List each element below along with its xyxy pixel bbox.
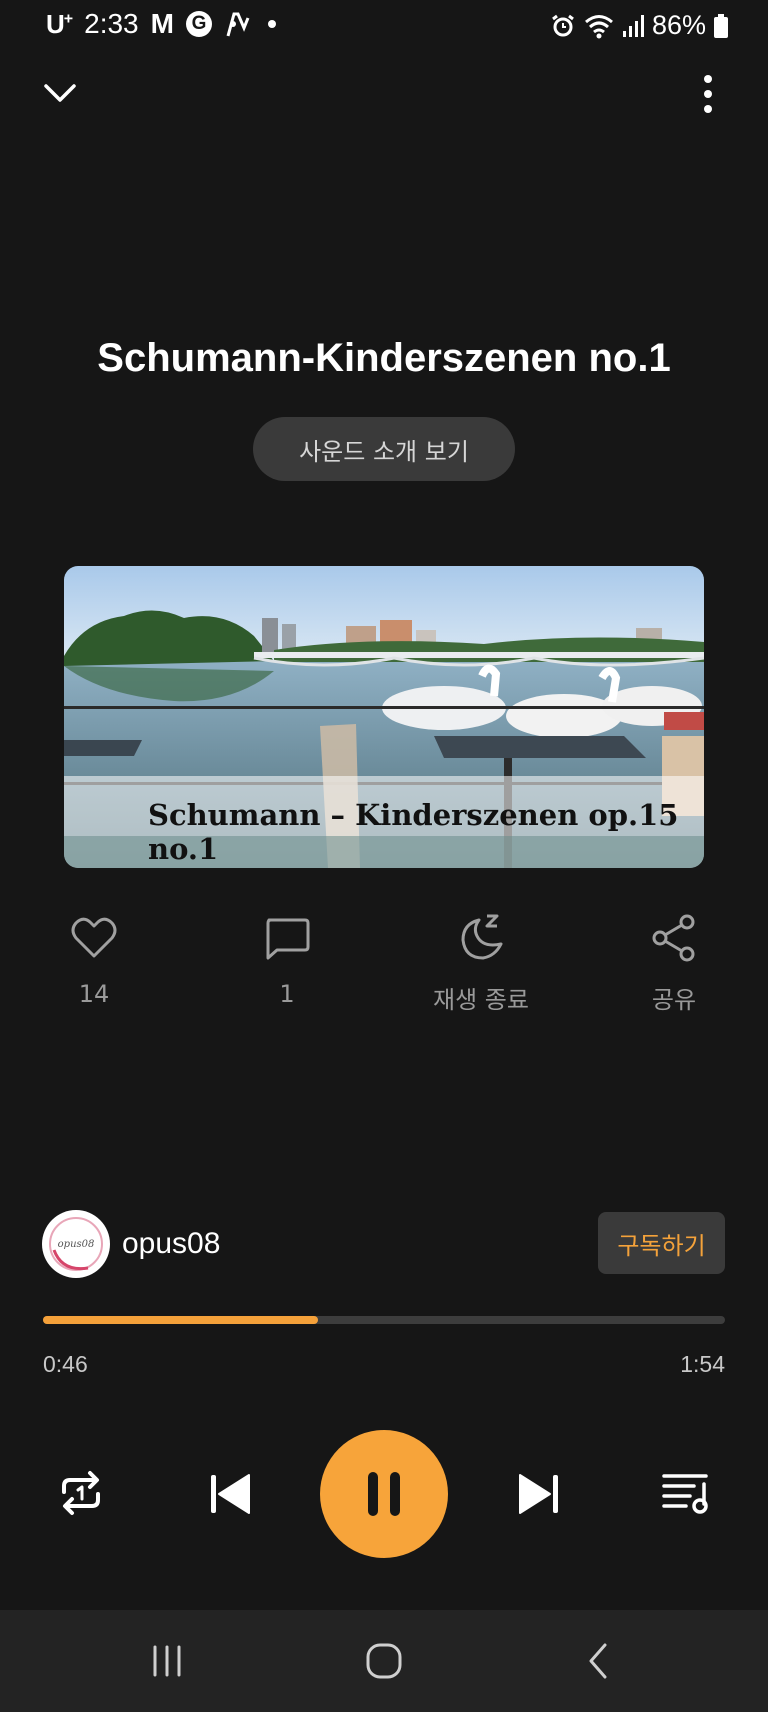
progress-fill xyxy=(43,1316,319,1324)
channel-name[interactable]: opus08 xyxy=(122,1227,220,1261)
notification-m-icon: M xyxy=(150,8,174,39)
notification-dot xyxy=(267,20,276,28)
share-label: 공유 xyxy=(651,986,697,1014)
repeat-one-icon xyxy=(62,1471,100,1515)
share-button[interactable]: 공유 xyxy=(609,912,739,1022)
play-pause-button[interactable] xyxy=(320,1430,448,1558)
more-options-button[interactable] xyxy=(690,72,726,116)
recent-apps-button[interactable] xyxy=(112,1610,222,1712)
battery-percent: 86% xyxy=(651,10,706,40)
like-count: 14 xyxy=(78,980,110,1008)
artwork-caption: Schumann – Kinderszenen op.15 no.1 xyxy=(148,798,679,866)
skip-next-icon xyxy=(519,1474,558,1514)
progress-bar[interactable] xyxy=(43,1316,725,1324)
skip-previous-icon xyxy=(211,1474,250,1514)
playlist-button[interactable] xyxy=(660,1470,714,1516)
battery-icon xyxy=(714,13,728,38)
status-right: 86% xyxy=(550,10,728,41)
svg-text:opus08: opus08 xyxy=(58,1239,95,1250)
comment-icon xyxy=(266,918,310,960)
sleep-timer-icon xyxy=(461,914,503,960)
sleep-timer-label: 재생 종료 xyxy=(433,986,529,1014)
notification-app-icon xyxy=(224,10,250,38)
like-button[interactable]: 14 xyxy=(29,912,159,1022)
heart-icon xyxy=(71,917,117,958)
status-left: U+ 2:33 M G xyxy=(46,8,276,40)
system-nav-bar xyxy=(0,1610,768,1712)
sound-intro-button[interactable]: 사운드 소개 보기 xyxy=(253,417,515,481)
avatar-logo: opus08 xyxy=(49,1217,103,1271)
elapsed-time: 0:46 xyxy=(43,1351,88,1377)
playlist-icon xyxy=(662,1474,708,1514)
recent-apps-icon xyxy=(153,1645,181,1677)
next-button[interactable] xyxy=(514,1471,562,1517)
share-icon xyxy=(652,914,695,962)
back-icon xyxy=(589,1643,607,1679)
back-button[interactable] xyxy=(543,1610,653,1712)
action-row: 14 1 재생 종료 공유 xyxy=(0,912,768,1022)
chevron-down-icon xyxy=(44,84,76,102)
previous-button[interactable] xyxy=(207,1471,255,1517)
home-icon xyxy=(366,1643,402,1679)
subscribe-button[interactable]: 구독하기 xyxy=(598,1212,725,1274)
repeat-button[interactable] xyxy=(54,1466,108,1520)
status-bar: U+ 2:33 M G 86% xyxy=(0,0,768,56)
channel-avatar[interactable]: opus08 xyxy=(42,1210,110,1278)
home-button[interactable] xyxy=(329,1610,439,1712)
carrier-label: U+ xyxy=(46,8,73,39)
comment-button[interactable]: 1 xyxy=(222,912,352,1022)
wifi-icon xyxy=(584,13,614,39)
comment-count: 1 xyxy=(279,980,295,1008)
album-artwork: Schumann – Kinderszenen op.15 no.1 xyxy=(64,566,704,868)
channel-info[interactable]: opus08 opus08 xyxy=(42,1210,220,1278)
signal-icon xyxy=(622,14,644,38)
sleep-timer-button[interactable]: 재생 종료 xyxy=(416,912,546,1022)
status-time: 2:33 xyxy=(84,8,139,39)
total-time: 1:54 xyxy=(680,1351,725,1377)
collapse-button[interactable] xyxy=(38,74,82,114)
notification-g-icon: G xyxy=(185,11,212,37)
pause-icon xyxy=(368,1472,400,1516)
alarm-icon xyxy=(550,13,576,39)
more-vertical-icon xyxy=(704,75,712,113)
track-title: Schumann-Kinderszenen no.1 xyxy=(97,336,671,380)
